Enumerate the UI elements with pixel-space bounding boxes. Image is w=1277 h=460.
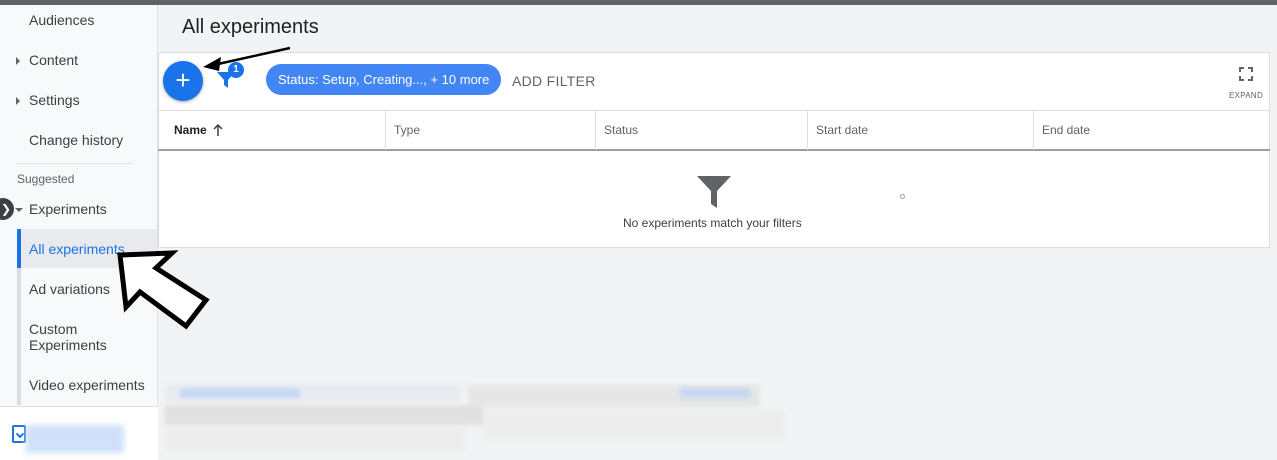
- sidebar-item-audiences[interactable]: Audiences: [0, 12, 158, 32]
- caret-down-icon: [15, 208, 23, 212]
- column-header-status[interactable]: Status: [596, 111, 808, 150]
- sidebar-item-change-history[interactable]: Change history: [0, 132, 158, 152]
- add-experiment-button[interactable]: +: [163, 61, 203, 101]
- expand-label: EXPAND: [1228, 91, 1264, 100]
- table-header: Name Type Status Start date End date: [158, 110, 1270, 151]
- sidebar-item-content[interactable]: Content: [0, 52, 158, 72]
- column-header-start-date[interactable]: Start date: [808, 111, 1034, 150]
- sidebar: Audiences Content Settings Change histor…: [0, 5, 158, 460]
- column-header-name[interactable]: Name: [158, 111, 386, 150]
- blurred-footer-link: [680, 388, 750, 398]
- caret-right-icon: [16, 97, 20, 105]
- blurred-footer-bar: [165, 427, 465, 451]
- status-filter-chip[interactable]: Status: Setup, Creating..., + 10 more: [266, 64, 502, 95]
- sidebar-footer: [0, 406, 158, 460]
- column-header-end-date[interactable]: End date: [1034, 111, 1270, 150]
- sort-ascending-icon: [213, 124, 223, 136]
- column-header-label: Type: [394, 123, 421, 137]
- sidebar-item-settings[interactable]: Settings: [0, 92, 158, 112]
- sidebar-item-experiments[interactable]: Experiments: [0, 201, 158, 221]
- sidebar-item-label: Custom Experiments: [29, 321, 107, 353]
- top-bar: [0, 0, 1277, 5]
- chevron-right-icon: ❯: [0, 202, 12, 216]
- section-label-suggested: Suggested: [17, 172, 75, 186]
- blurred-footer-link: [180, 388, 300, 398]
- caret-right-icon: [16, 57, 20, 65]
- sidebar-item-label: Video experiments: [29, 377, 145, 393]
- sidebar-item-label: Audiences: [29, 12, 95, 28]
- blurred-footer-link: [26, 425, 124, 453]
- sidebar-divider: [16, 163, 132, 164]
- blurred-footer-bar: [485, 412, 785, 438]
- filter-empty-icon: [697, 176, 731, 208]
- sidebar-item-label: All experiments: [29, 241, 125, 257]
- column-header-label: Name: [174, 123, 207, 137]
- column-header-label: Start date: [816, 123, 869, 137]
- column-header-label: Status: [604, 123, 639, 137]
- column-header-type[interactable]: Type: [386, 111, 596, 150]
- expand-icon: [1239, 67, 1253, 81]
- page-title: All experiments: [182, 16, 319, 38]
- sidebar-item-ad-variations[interactable]: Ad variations: [17, 269, 157, 308]
- sidebar-item-label: Settings: [29, 92, 80, 108]
- download-icon[interactable]: [12, 425, 26, 443]
- sidebar-item-custom-experiments[interactable]: Custom Experiments: [17, 309, 157, 363]
- sidebar-item-all-experiments[interactable]: All experiments: [17, 229, 157, 268]
- blurred-footer-bar: [165, 405, 483, 425]
- empty-state-message: No experiments match your filters: [623, 216, 802, 230]
- plus-icon: +: [175, 65, 191, 95]
- sidebar-item-video-experiments[interactable]: Video experiments: [17, 365, 157, 404]
- cursor-dot: [900, 194, 905, 199]
- filter-count-badge: 1: [228, 62, 244, 78]
- expand-button[interactable]: EXPAND: [1226, 67, 1266, 100]
- sidebar-item-label: Content: [29, 52, 79, 68]
- sidebar-item-label: Change history: [29, 132, 124, 148]
- sidebar-item-label: Experiments: [29, 201, 107, 217]
- add-filter-button[interactable]: ADD FILTER: [512, 73, 596, 89]
- sidebar-item-label: Ad variations: [29, 281, 110, 297]
- column-header-label: End date: [1042, 123, 1091, 137]
